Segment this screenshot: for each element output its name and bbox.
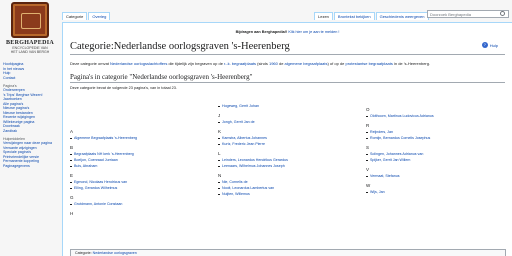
- tab-0[interactable]: Categorie: [62, 12, 88, 20]
- category-member-link[interactable]: Wijs, Jan: [366, 189, 506, 195]
- category-member-link[interactable]: Elling, Gerardus Wilhelmus: [70, 185, 210, 191]
- help-label: Hulp: [489, 42, 498, 48]
- logo-subtitle-2: HET LAND VAN BERGH: [10, 50, 50, 54]
- category-member-link[interactable]: Leenaars, Wilhelmus Johannes Joseph: [218, 163, 358, 169]
- book-logo-icon: [11, 2, 49, 38]
- content-area: Bijdragen aan Berghapedia!! Klik hier om…: [62, 22, 512, 256]
- page: BERGHAPEDIA ENCYCLOPEDIE VAN HET LAND VA…: [0, 0, 512, 256]
- help-icon: ?: [481, 42, 488, 48]
- intro-text-6: in de 's-Heerenberg.: [392, 61, 431, 66]
- page-count: Deze categorie bevat de volgende 23 pagi…: [70, 86, 177, 91]
- catlinks-label: Categorie:: [75, 251, 92, 255]
- namespace-tabs: Categorie Overleg: [62, 12, 111, 20]
- intro-text-5: ) of op de: [327, 61, 346, 66]
- section-heading: Pagina's in categorie "Nederlandse oorlo…: [70, 73, 505, 84]
- intro-text-3: (sinds: [256, 61, 269, 66]
- sidebar-nav: Hoofdpagina In het nieuws Hulp Contact: [3, 62, 58, 80]
- category-member-link[interactable]: Hogeweg, Gerrit Johan: [218, 103, 358, 109]
- page-title: Categorie:Nederlandse oorlogsgraven 's-H…: [70, 41, 505, 55]
- intro-link-4[interactable]: algemene begraafplaats: [285, 61, 328, 66]
- category-column-3: O Oldthoorn, Martinus Ludovicus Adrianus R…: [366, 103, 506, 195]
- notice-link[interactable]: Klik hier om je aan te melden !: [288, 30, 339, 34]
- category-column-1: A Algemene Begraafplaats 's-Heerenberg B Be…: [70, 125, 210, 217]
- category-member-link[interactable]: Spijker, Gerrit Jan Willem: [366, 157, 506, 163]
- view-tabs: Lezen Brontekst bekijken Geschiedenis weer…: [314, 12, 430, 20]
- intro-text-4: de: [277, 61, 285, 66]
- category-links: Categorie: Nederlandse oorlogsgraven: [70, 249, 506, 256]
- search-icon[interactable]: [500, 11, 505, 16]
- category-member-link[interactable]: Oldthoorn, Martinus Ludovicus Adrianus: [366, 113, 506, 119]
- notice-bold: Bijdragen aan Berghapedia!!: [235, 30, 288, 34]
- category-member-link[interactable]: Grutdmann, Antonie Constaan: [70, 201, 210, 207]
- help-link[interactable]: ? Hulp: [481, 42, 498, 48]
- sidebar-tools: Verwijzingen naar deze pagina Verwante wi…: [3, 141, 58, 168]
- category-member-link[interactable]: Romijn, Bernardus Cornelis Josephus: [366, 135, 506, 141]
- view-tab-0[interactable]: Lezen: [314, 12, 333, 20]
- search-input[interactable]: Doorzoek Berghapedia: [427, 10, 509, 18]
- tab-1[interactable]: Overleg: [88, 12, 111, 20]
- category-member-link[interactable]: Algemene Begraafplaats 's-Heerenberg: [70, 135, 210, 141]
- category-member-link[interactable]: Nuijten, Willemus: [218, 191, 358, 197]
- top-bar: Categorie Overleg Lezen Brontekst bekijken…: [60, 0, 512, 22]
- intro-text-1: Deze categorie omvat: [70, 61, 111, 66]
- sidebar-item[interactable]: Paginagegevens: [3, 164, 58, 169]
- intro-text-2: die tijdelijk zijn begraven op de: [167, 61, 225, 66]
- sidebar-item[interactable]: Verwijzingen naar deze pagina: [3, 141, 58, 146]
- view-tab-1[interactable]: Brontekst bekijken: [333, 12, 375, 20]
- intro-text: Deze categorie omvat Nederlandse oorlogs…: [70, 61, 510, 66]
- intro-link-1[interactable]: Nederlandse oorlogsslachtoffers: [110, 61, 167, 66]
- view-tab-2[interactable]: Geschiedenis weergeven: [375, 12, 429, 20]
- category-member-link[interactable]: Jongh, Gerrit Jan de: [218, 119, 358, 125]
- intro-link-5[interactable]: protestantse begraafplaats: [345, 61, 392, 66]
- sidebar-item[interactable]: Contact: [3, 76, 58, 81]
- site-logo[interactable]: BERGHAPEDIA ENCYCLOPEDIE VAN HET LAND VA…: [2, 2, 58, 56]
- sidebar-item[interactable]: Zandbak: [3, 129, 58, 134]
- intro-link-2[interactable]: r.-k. begraafplaats: [224, 61, 256, 66]
- catlinks-link[interactable]: Nederlandse oorlogsgraven: [93, 251, 137, 255]
- intro-link-3[interactable]: 1960: [269, 61, 278, 66]
- category-column-2: Hogeweg, Gerrit Johan J Jongh, Gerrit Jan …: [218, 103, 358, 197]
- category-member-link[interactable]: Vermaat, Stefanus: [366, 173, 506, 179]
- category-member-link[interactable]: Buis, Abraham: [70, 163, 210, 169]
- site-notice: Bijdragen aan Berghapedia!! Klik hier om…: [70, 30, 505, 34]
- sidebar-pages: Onderwerpen's Trips' Berghse Wezen! Jaarb…: [3, 88, 58, 133]
- category-member-link[interactable]: Kurtz, Frederic Jean Pierre: [218, 141, 358, 147]
- letter-heading: H: [70, 211, 74, 216]
- sidebar: Hoofdpagina In het nieuws Hulp Contact Pagi…: [3, 62, 58, 168]
